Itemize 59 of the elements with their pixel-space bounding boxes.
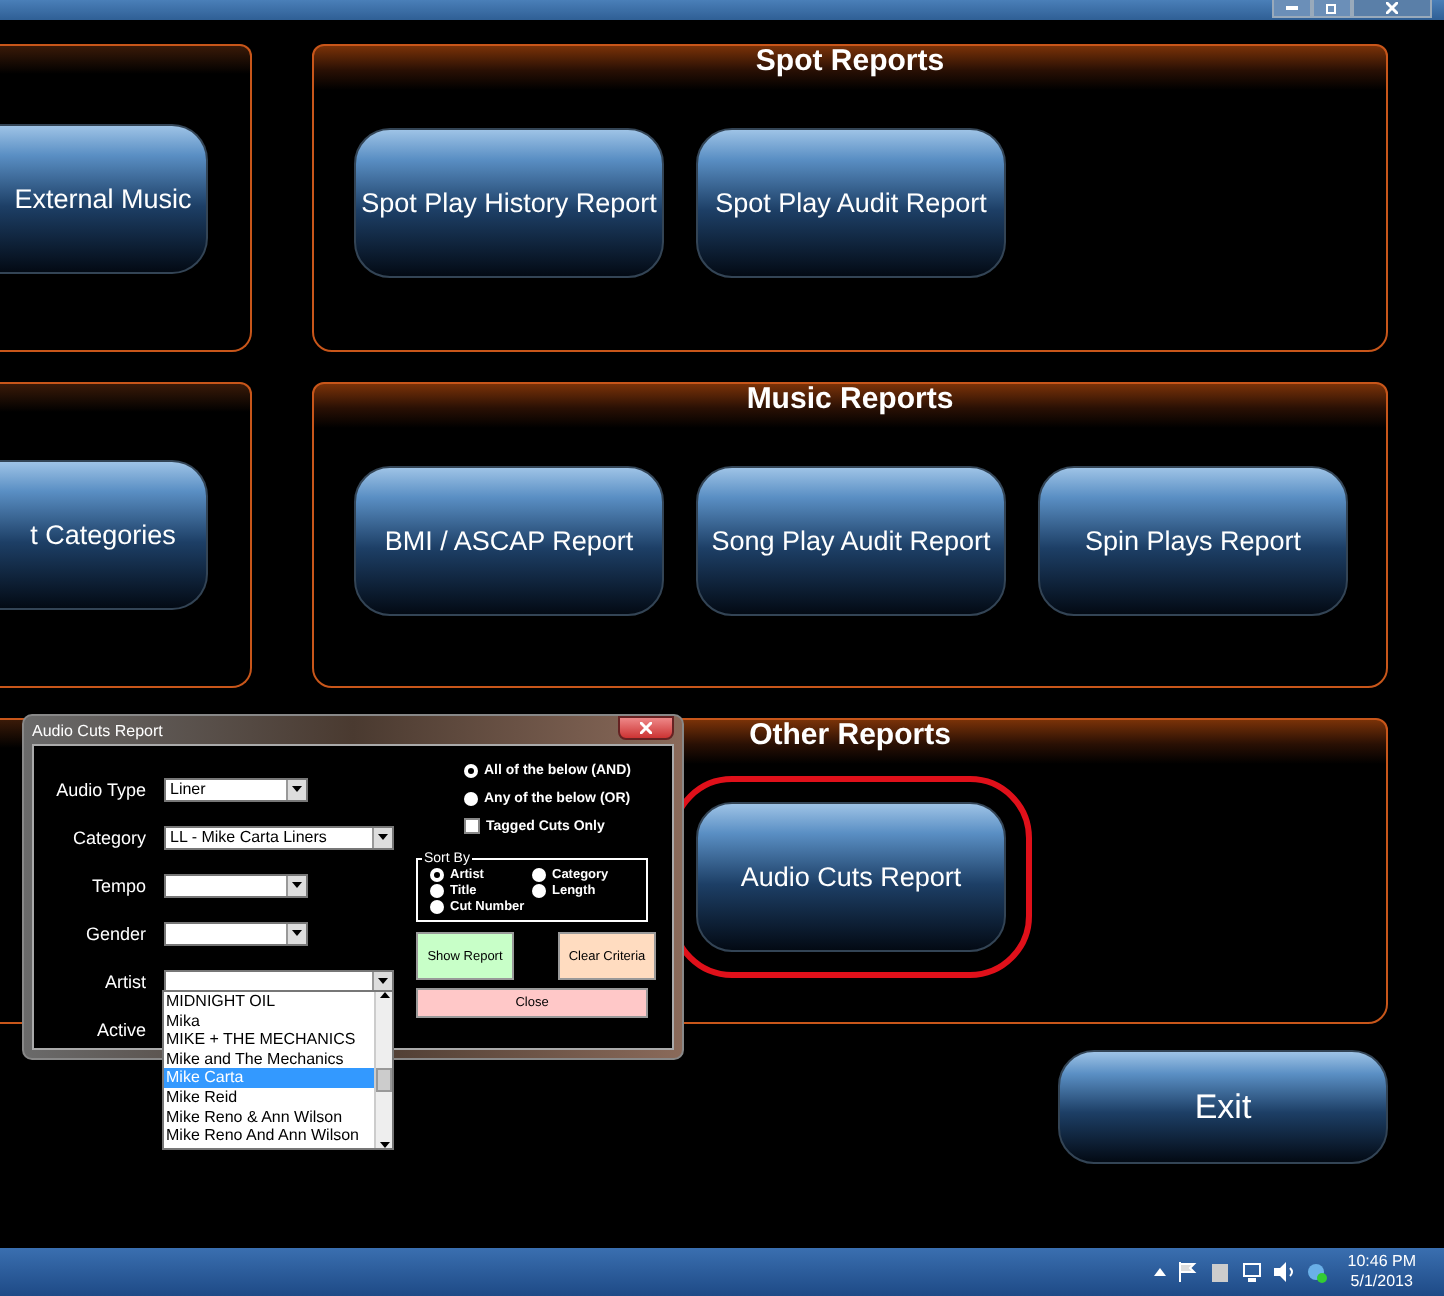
close-icon — [1386, 2, 1398, 14]
exit-button[interactable]: Exit — [1058, 1050, 1388, 1164]
radio-button[interactable] — [464, 763, 478, 777]
panel-title: Spot Reports — [755, 44, 945, 78]
network-icon[interactable] — [1305, 1261, 1328, 1283]
list-item[interactable]: MIDNIGHT OIL — [164, 992, 374, 1012]
report-button[interactable]: Spot Play History Report — [354, 128, 664, 278]
dropdown-arrow-icon — [378, 978, 388, 984]
scroll-down-icon — [379, 1142, 389, 1148]
dropdown-field[interactable] — [164, 921, 308, 945]
report-button[interactable]: t Categories — [0, 460, 208, 610]
minimize-button[interactable] — [1272, 0, 1312, 18]
list-item[interactable]: Mike Reno And Ann Wilson — [164, 1126, 374, 1146]
field-label: Tempo — [89, 875, 146, 895]
field-label: Audio Type — [54, 779, 146, 799]
dropdown-arrow-icon — [292, 786, 302, 792]
field-label: Active — [94, 1019, 146, 1039]
dropdown-field[interactable] — [164, 873, 308, 897]
list-item[interactable]: Mike Reid — [164, 1087, 374, 1108]
minimize-icon — [1286, 6, 1298, 10]
dropdown-field[interactable] — [164, 969, 394, 993]
restore-button[interactable] — [1312, 0, 1352, 18]
dialog-title: Audio Cuts Report — [32, 720, 163, 740]
taskbar-clock[interactable]: 10:46 PM 5/1/2013 — [1347, 1252, 1416, 1292]
radio-button[interactable] — [532, 868, 546, 882]
field-label: Category — [70, 827, 146, 847]
field-label: Gender — [83, 923, 146, 943]
list-item[interactable]: Mike Reno & Ann Wilson — [164, 1107, 374, 1127]
report-button[interactable]: Spin Plays Report — [1038, 466, 1348, 616]
report-button[interactable]: Spot Play Audit Report — [696, 128, 1006, 278]
dropdown-arrow-icon — [292, 930, 302, 936]
field-label: Artist — [102, 971, 146, 991]
report-button[interactable]: Song Play Audit Report — [696, 466, 1006, 616]
dropdown-field[interactable]: Liner — [164, 777, 308, 801]
dropdown-arrow-icon — [378, 834, 388, 840]
scrollbar[interactable] — [374, 992, 392, 1148]
dropdown-arrow-icon — [292, 882, 302, 888]
speaker-icon[interactable] — [1273, 1262, 1294, 1282]
list-item[interactable]: MIKE + THE MECHANICS — [164, 1030, 374, 1050]
scrollbar-thumb[interactable] — [376, 1068, 392, 1092]
radio-button[interactable] — [430, 868, 444, 882]
list-item[interactable]: Mike and The Mechanics — [164, 1049, 374, 1069]
report-button[interactable]: External Music — [0, 123, 208, 273]
radio-button[interactable] — [430, 900, 444, 914]
radio-button[interactable] — [430, 884, 444, 898]
panel-title: Other Reports — [749, 718, 951, 752]
close-icon — [640, 722, 652, 734]
checkbox[interactable] — [464, 818, 480, 834]
restore-icon — [1326, 2, 1338, 14]
dropdown-field[interactable]: LL - Mike Carta Liners — [164, 825, 394, 849]
monitor-icon[interactable] — [1241, 1262, 1262, 1282]
list-item[interactable]: Mika — [164, 1011, 374, 1031]
radio-button[interactable] — [464, 791, 478, 805]
close-button[interactable] — [618, 716, 674, 740]
radio-button[interactable] — [532, 884, 546, 898]
show-hidden-icons-icon[interactable] — [1153, 1268, 1166, 1276]
panel-title: Music Reports — [746, 382, 954, 416]
flag-icon[interactable] — [1177, 1262, 1198, 1282]
report-button[interactable]: BMI / ASCAP Report — [354, 466, 664, 616]
